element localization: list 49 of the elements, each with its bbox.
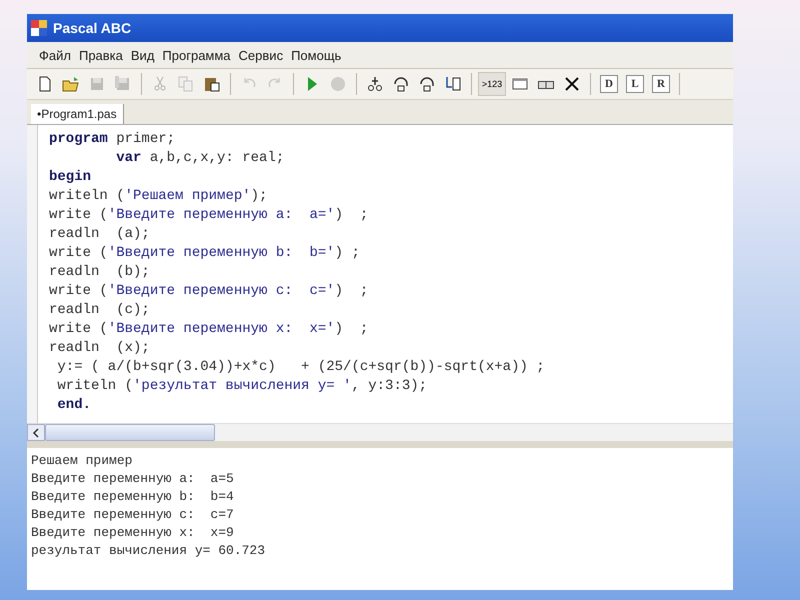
code-line: writeln ('результат вычисления y= ', y:3:3); — [56, 377, 428, 396]
stop-icon — [329, 75, 347, 93]
scroll-left-button[interactable] — [27, 424, 45, 441]
save-all-icon — [114, 75, 132, 93]
code-line: readln (c); — [49, 301, 151, 320]
window-title: Pascal ABC — [53, 20, 132, 36]
code-line: write ('Введите переменную a: a=') ; — [49, 206, 370, 225]
document-button[interactable]: L — [626, 75, 644, 93]
code-line: end. — [56, 396, 92, 415]
menu-item[interactable]: Правка — [74, 48, 127, 62]
output-line: результат вычисления y= 60.723 — [31, 542, 266, 560]
output-line: Введите переменную c: c=7 — [31, 506, 235, 524]
scroll-thumb[interactable] — [45, 424, 215, 441]
clipboard-icon — [203, 75, 221, 93]
code-line: readln (x); — [49, 339, 151, 358]
menu-item[interactable]: Вид — [126, 48, 158, 62]
code-line: begin — [49, 168, 92, 187]
copy-icon — [177, 75, 195, 93]
code-line: writeln ('Решаем пример'); — [49, 187, 268, 206]
output-line: Введите переменную x: x=9 — [31, 524, 235, 542]
step-out-icon — [418, 75, 436, 93]
output-toggle-button[interactable]: >123 — [478, 72, 506, 96]
code-line: program primer; — [49, 130, 176, 149]
menu-item[interactable]: Файл — [35, 48, 75, 62]
menu-item[interactable]: Сервис — [234, 48, 288, 62]
code-line: write ('Введите переменную b: b=') ; — [49, 244, 361, 263]
code-line: write ('Введите переменную x: x=') ; — [49, 320, 370, 339]
output-line: Введите переменную b: b=4 — [31, 488, 235, 506]
step-into-icon — [366, 75, 384, 93]
file-tab[interactable]: •Program1.pas — [31, 104, 124, 124]
code-line: readln (b); — [49, 263, 151, 282]
close-icon — [563, 75, 581, 93]
folder-icon — [62, 75, 80, 93]
goto-icon — [444, 75, 462, 93]
code-line: write ('Введите переменную c: c=') ; — [49, 282, 370, 301]
code-editor[interactable] — [27, 124, 733, 423]
menu-item[interactable]: Помощь — [287, 48, 346, 62]
document-button[interactable]: D — [600, 75, 618, 93]
code-line: var a,b,c,x,y: real; — [115, 149, 286, 168]
code-line: y:= ( a/(b+sqr(3.04))+x*c) + (25/(c+sqr(b))-sqrt(x+a)) ; — [56, 358, 545, 377]
output-line: Решаем пример — [31, 452, 134, 470]
step-over-icon — [392, 75, 410, 93]
horizontal-scrollbar[interactable] — [27, 423, 733, 441]
menu-item[interactable]: Программа — [158, 48, 235, 62]
output-line: Введите переменную a: a=5 — [31, 470, 235, 488]
document-button[interactable]: R — [652, 75, 670, 93]
save-icon — [88, 75, 106, 93]
code-line: readln (a); — [49, 225, 151, 244]
app-icon — [31, 20, 47, 36]
